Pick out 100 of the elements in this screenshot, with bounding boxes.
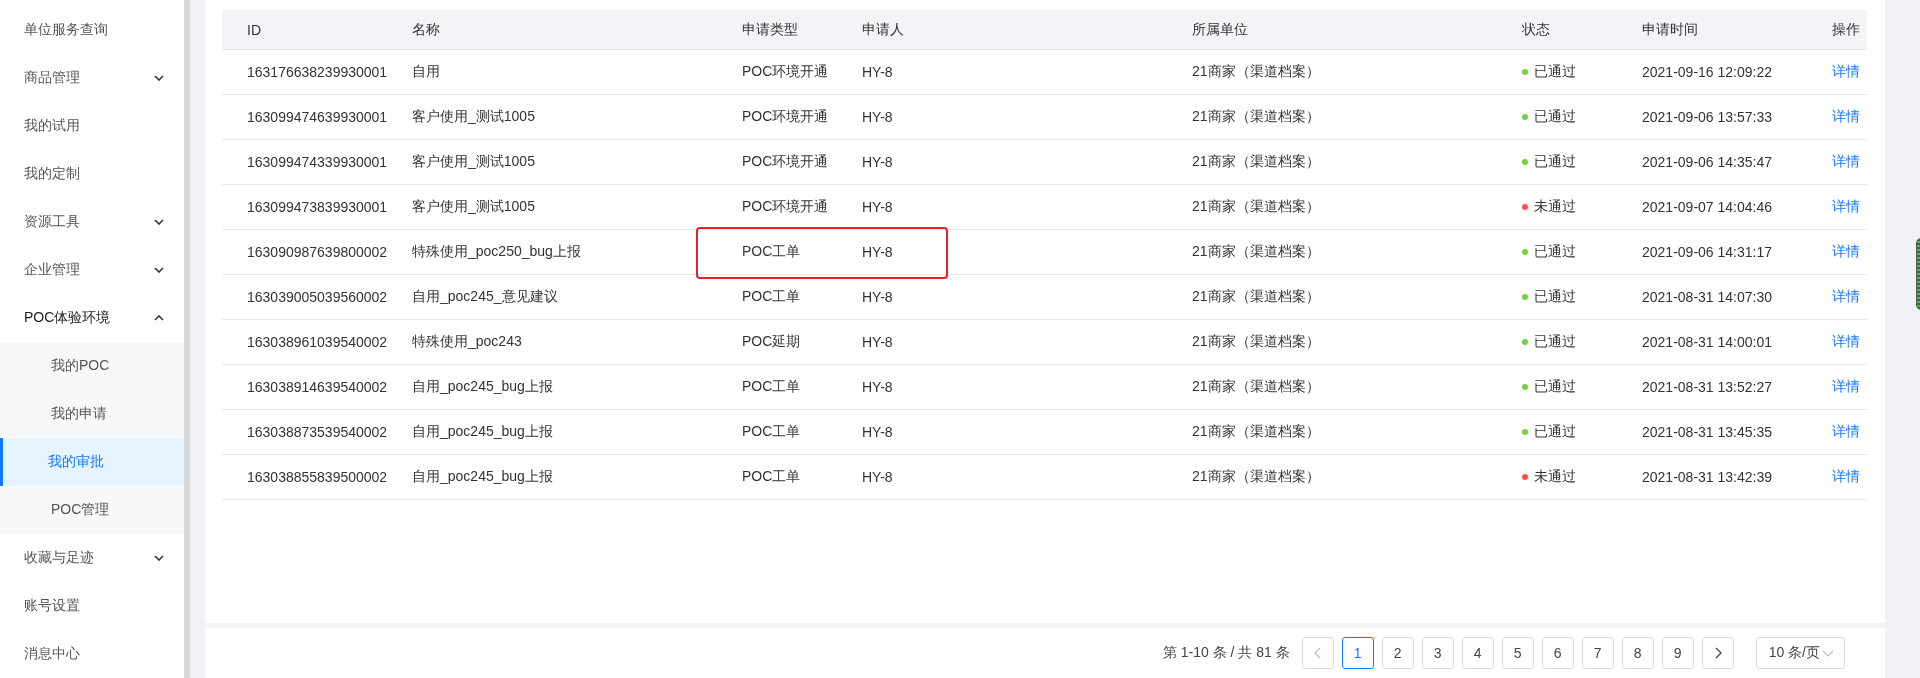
status-text: 已通过 bbox=[1534, 63, 1576, 81]
column-header: 申请时间 bbox=[1641, 20, 1699, 39]
table-cell-text: POC工单 bbox=[741, 243, 802, 261]
table-cell-text: POC环境开通 bbox=[741, 153, 830, 171]
details-link[interactable]: 详情 bbox=[1832, 423, 1860, 439]
table-cell-text: 21商家（渠道档案） bbox=[1191, 153, 1321, 171]
status-text: 已通过 bbox=[1534, 153, 1576, 171]
caret-icon bbox=[1822, 649, 1834, 657]
submenu-item[interactable]: 我的申请 bbox=[0, 390, 184, 438]
details-link[interactable]: 详情 bbox=[1832, 378, 1860, 394]
status-text: 已通过 bbox=[1534, 243, 1576, 261]
table-cell-text: 21商家（渠道档案） bbox=[1191, 63, 1321, 81]
table-cell-text: 2021-08-31 13:52:27 bbox=[1641, 379, 1773, 395]
pagination-summary: 第 1-10 条 / 共 81 条 bbox=[1162, 644, 1290, 662]
submenu-item[interactable]: 我的POC bbox=[0, 342, 184, 390]
details-link[interactable]: 详情 bbox=[1832, 63, 1860, 79]
page-button[interactable]: 9 bbox=[1661, 637, 1694, 669]
table-cell-text: 2021-09-06 14:31:17 bbox=[1641, 244, 1773, 260]
sidebar-item[interactable]: 商品管理 bbox=[0, 54, 184, 102]
table-cell-text: 2021-08-31 14:00:01 bbox=[1641, 334, 1773, 350]
table-cell-text: HY-8 bbox=[861, 424, 894, 440]
table-cell-text: POC环境开通 bbox=[741, 198, 830, 216]
table-cell-text: HY-8 bbox=[861, 289, 894, 305]
table-cell-text: 21商家（渠道档案） bbox=[1191, 198, 1321, 216]
table-cell-text: 21商家（渠道档案） bbox=[1191, 243, 1321, 261]
table-cell-text: 163038961039540002 bbox=[246, 334, 387, 350]
status-text: 未通过 bbox=[1534, 468, 1576, 486]
sidebar-item[interactable]: 消息中心 bbox=[0, 630, 184, 678]
table-cell-text: POC工单 bbox=[741, 423, 802, 441]
status-text: 未通过 bbox=[1534, 198, 1576, 216]
table-cell-text: 自用 bbox=[411, 63, 441, 81]
table-cell-text: 21商家（渠道档案） bbox=[1191, 288, 1321, 306]
table-cell-text: 2021-08-31 14:07:30 bbox=[1641, 289, 1773, 305]
column-header: ID bbox=[246, 21, 262, 38]
table-cell-text: POC延期 bbox=[741, 333, 802, 351]
page-size-select[interactable]: 10 条/页 bbox=[1755, 637, 1845, 669]
table-cell-text: 客户使用_测试1005 bbox=[411, 198, 536, 216]
chevron-left-icon bbox=[1313, 647, 1322, 659]
page-button[interactable]: 3 bbox=[1421, 637, 1454, 669]
sidebar-item[interactable]: 我的定制 bbox=[0, 150, 184, 198]
sidebar-item[interactable]: 资源工具 bbox=[0, 198, 184, 246]
table-cell-text: 163038914639540002 bbox=[246, 379, 387, 395]
table-cell-text: POC工单 bbox=[741, 378, 802, 396]
table-cell-text: 客户使用_测试1005 bbox=[411, 108, 536, 126]
table-cell-text: POC工单 bbox=[741, 288, 802, 306]
table-cell-text: POC环境开通 bbox=[741, 63, 830, 81]
page-button[interactable]: 5 bbox=[1501, 637, 1534, 669]
chevron-icon bbox=[154, 555, 164, 561]
chevron-icon bbox=[154, 219, 164, 225]
table-cell-text: 163039005039560002 bbox=[246, 289, 387, 305]
table-cell-text: 163176638239930001 bbox=[246, 64, 387, 80]
submenu-item[interactable]: POC管理 bbox=[0, 486, 184, 534]
table-cell-text: 163038873539540002 bbox=[246, 424, 387, 440]
details-link[interactable]: 详情 bbox=[1832, 333, 1860, 349]
submenu-item[interactable]: 我的审批 bbox=[0, 438, 184, 486]
status-text: 已通过 bbox=[1534, 333, 1576, 351]
details-link[interactable]: 详情 bbox=[1832, 468, 1860, 484]
table-cell-text: HY-8 bbox=[861, 64, 894, 80]
column-header: 状态 bbox=[1521, 20, 1551, 39]
table-cell-text: 自用_poc245_意见建议 bbox=[411, 288, 559, 306]
table-cell-text: 特殊使用_poc243 bbox=[411, 333, 523, 351]
table-cell-text: 自用_poc245_bug上报 bbox=[411, 468, 554, 486]
details-link[interactable]: 详情 bbox=[1832, 288, 1860, 304]
sidebar-scrollbar[interactable] bbox=[184, 0, 190, 678]
column-header: 申请人 bbox=[861, 20, 905, 39]
sidebar-item[interactable]: 收藏与足迹 bbox=[0, 534, 184, 582]
page-button[interactable]: 1 bbox=[1341, 637, 1374, 669]
page-button[interactable]: 2 bbox=[1381, 637, 1414, 669]
sidebar-item[interactable]: 单位服务查询 bbox=[0, 6, 184, 54]
column-header: 申请类型 bbox=[741, 20, 799, 39]
sidebar-item[interactable]: POC体验环境 bbox=[0, 294, 184, 342]
sidebar-item[interactable]: 企业管理 bbox=[0, 246, 184, 294]
table-cell-text: 2021-08-31 13:45:35 bbox=[1641, 424, 1773, 440]
table-cell-text: HY-8 bbox=[861, 154, 894, 170]
sidebar-item[interactable]: 账号设置 bbox=[0, 582, 184, 630]
column-header: 操作 bbox=[1831, 20, 1861, 39]
details-link[interactable]: 详情 bbox=[1832, 198, 1860, 214]
table-cell-text: 特殊使用_poc250_bug上报 bbox=[411, 243, 582, 261]
table-cell-text: HY-8 bbox=[861, 109, 894, 125]
page-button[interactable]: 4 bbox=[1461, 637, 1494, 669]
table-cell-text: HY-8 bbox=[861, 379, 894, 395]
details-link[interactable]: 详情 bbox=[1832, 153, 1860, 169]
table-cell-text: 163090987639800002 bbox=[246, 244, 387, 260]
page-button[interactable]: 6 bbox=[1541, 637, 1574, 669]
table-cell-text: HY-8 bbox=[861, 469, 894, 485]
page-button[interactable]: 7 bbox=[1581, 637, 1614, 669]
table-cell-text: 21商家（渠道档案） bbox=[1191, 378, 1321, 396]
details-link[interactable]: 详情 bbox=[1832, 108, 1860, 124]
sidebar-item[interactable]: 我的试用 bbox=[0, 102, 184, 150]
page-button[interactable]: 8 bbox=[1621, 637, 1654, 669]
table-cell-text: HY-8 bbox=[861, 334, 894, 350]
next-page-button[interactable] bbox=[1701, 637, 1734, 669]
table-cell-text: 2021-09-16 12:09:22 bbox=[1641, 64, 1773, 80]
table-cell-text: 163099474639930001 bbox=[246, 109, 387, 125]
status-text: 已通过 bbox=[1534, 108, 1576, 126]
table-cell-text: POC环境开通 bbox=[741, 108, 830, 126]
details-link[interactable]: 详情 bbox=[1832, 243, 1860, 259]
column-header: 名称 bbox=[411, 20, 441, 39]
table-cell-text: 自用_poc245_bug上报 bbox=[411, 423, 554, 441]
table-cell-text: POC工单 bbox=[741, 468, 802, 486]
